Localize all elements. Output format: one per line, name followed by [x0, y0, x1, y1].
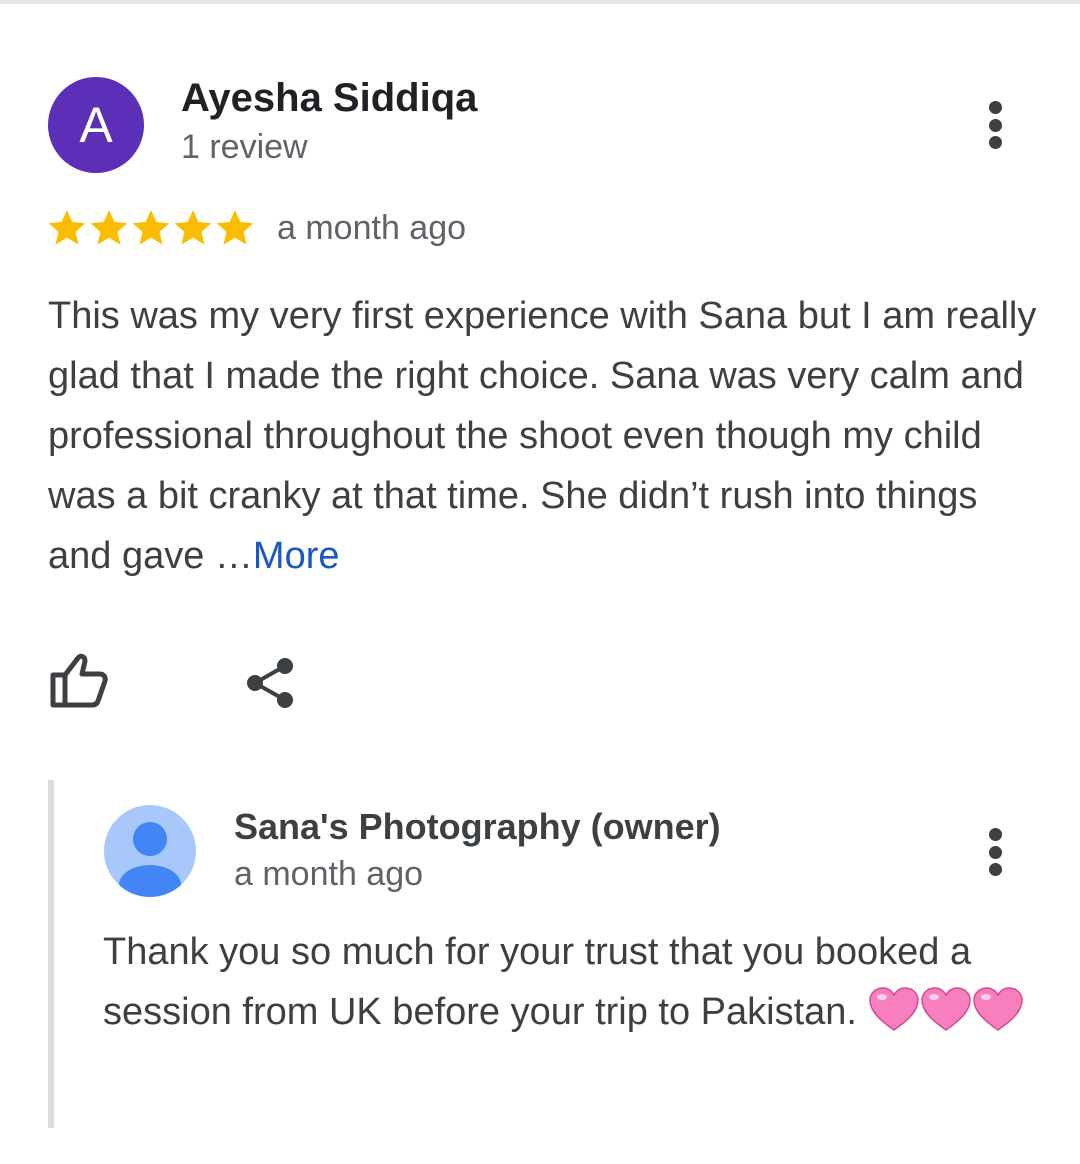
owner-name: Sana's Photography (owner) [234, 806, 721, 847]
reviewer-name[interactable]: Ayesha Siddiqa [181, 76, 477, 121]
top-divider [0, 0, 1080, 4]
owner-reply-time: a month ago [234, 855, 424, 893]
thumbs-up-icon[interactable] [48, 650, 110, 710]
more-link[interactable]: More [253, 535, 340, 577]
owner-reply-body: Thank you so much for your trust that yo… [103, 931, 972, 1033]
star-icon [48, 210, 86, 245]
reply-more-options-icon[interactable] [975, 822, 1015, 882]
review-text: This was my very first experience with S… [48, 286, 1038, 586]
review-time: a month ago [277, 209, 467, 247]
star-rating [46, 206, 256, 250]
reply-indent-bar [48, 780, 54, 1128]
star-icon [132, 210, 170, 245]
reviewer-avatar[interactable]: A [48, 77, 144, 173]
owner-reply-text: Thank you so much for your trust that yo… [103, 922, 1043, 1042]
owner-avatar-icon[interactable] [104, 805, 196, 897]
share-icon[interactable] [243, 655, 299, 711]
star-icon [90, 210, 128, 245]
review-more-options-icon[interactable] [975, 95, 1015, 155]
pink-heart-icon [972, 987, 1023, 1031]
star-icon [174, 210, 212, 245]
pink-heart-icon [920, 987, 971, 1031]
review-count: 1 review [181, 128, 308, 166]
review-body: This was my very first experience with S… [48, 295, 1037, 577]
pink-heart-icon [868, 987, 919, 1031]
heart-emojis [868, 987, 1024, 1033]
star-icon [216, 210, 254, 245]
review-card: A Ayesha Siddiqa 1 review a month ago Th… [0, 0, 1080, 1164]
